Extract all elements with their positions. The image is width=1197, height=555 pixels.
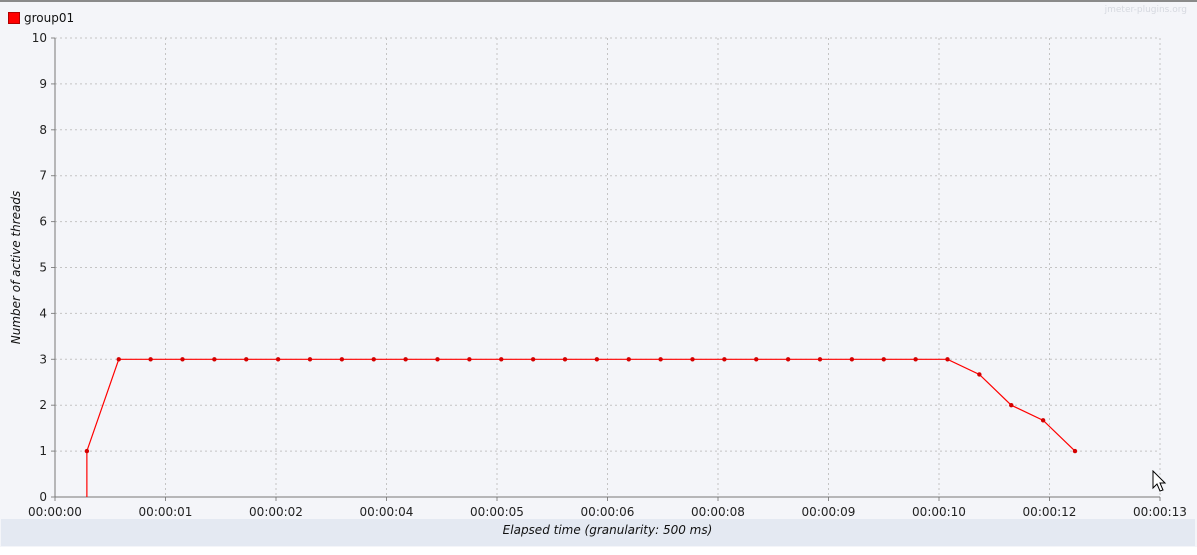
x-tick-label: 00:00:00	[28, 505, 82, 519]
data-point	[403, 357, 408, 362]
x-axis-title: Elapsed time (granularity: 500 ms)	[503, 523, 713, 537]
data-point	[626, 357, 631, 362]
x-tick-label: 00:00:01	[139, 505, 193, 519]
data-point	[722, 357, 727, 362]
data-point	[785, 357, 791, 362]
x-tick-label: 00:00:08	[691, 505, 745, 519]
data-point	[307, 357, 313, 362]
data-point	[754, 357, 759, 362]
data-point	[499, 357, 504, 362]
data-point	[977, 372, 982, 377]
data-point	[945, 357, 950, 362]
legend-swatch-group01	[8, 12, 20, 24]
data-point	[562, 357, 568, 362]
data-point	[913, 357, 918, 362]
data-point	[1009, 403, 1014, 408]
data-point	[1072, 448, 1078, 454]
x-tick-label: 00:00:06	[581, 505, 635, 519]
active-threads-chart: 0 1 2 3 4 5 6 7 8 9 10 00:00:00 00:00:01 00:00:02 00:0…	[9, 31, 1187, 537]
data-point	[244, 357, 249, 362]
y-tick-label: 10	[32, 31, 47, 45]
watermark: jmeter-plugins.org	[1104, 5, 1187, 15]
y-tick-label: 8	[39, 123, 47, 137]
data-point	[594, 357, 600, 362]
data-point	[467, 357, 472, 362]
y-tick-label: 0	[39, 490, 47, 504]
y-axis-title: Number of active threads	[9, 191, 23, 345]
y-tick-label: 3	[39, 352, 47, 366]
x-tick-label: 00:00:10	[912, 505, 966, 519]
data-point	[817, 357, 823, 362]
data-point	[148, 357, 153, 362]
data-point	[180, 357, 185, 362]
y-tick-label: 1	[39, 444, 47, 458]
data-point	[690, 357, 695, 362]
data-point	[1040, 418, 1046, 423]
y-tick-label: 2	[39, 398, 47, 412]
data-point	[275, 357, 281, 362]
data-point	[212, 357, 217, 362]
data-point	[849, 357, 855, 362]
legend-label-group01: group01	[24, 11, 75, 25]
y-tick-label: 9	[39, 77, 47, 91]
x-tick-label: 00:00:05	[470, 505, 524, 519]
y-tick-label: 7	[39, 169, 47, 183]
x-tick-label: 00:00:04	[360, 505, 414, 519]
x-tick-label: 00:00:12	[1023, 505, 1077, 519]
data-point	[435, 357, 440, 362]
data-point	[116, 357, 121, 362]
data-point	[530, 357, 536, 362]
data-point	[371, 357, 376, 362]
data-point	[658, 357, 663, 362]
mouse-cursor-icon	[1152, 470, 1167, 492]
y-tick-label: 6	[39, 215, 47, 229]
y-tick-label: 5	[39, 261, 47, 275]
data-point	[881, 357, 886, 362]
x-tick-label: 00:00:02	[249, 505, 303, 519]
legend: group01	[8, 11, 74, 25]
x-tick-label: 00:00:13	[1133, 505, 1187, 519]
y-tick-label: 4	[39, 306, 47, 320]
data-point	[339, 357, 345, 362]
chart-window: 0 1 2 3 4 5 6 7 8 9 10 00:00:00 00:00:01 00:00:02 00:0…	[0, 0, 1197, 555]
x-tick-label: 00:00:09	[802, 505, 856, 519]
data-point	[84, 448, 90, 454]
